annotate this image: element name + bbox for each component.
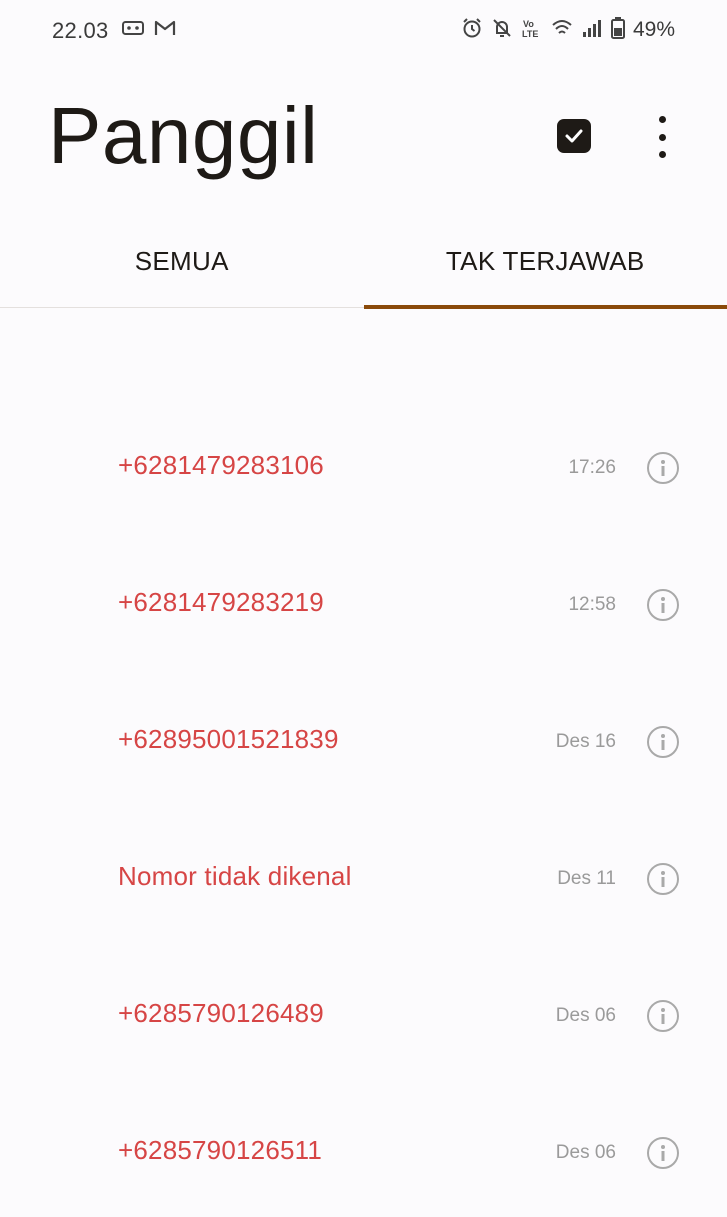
signal-icon [581, 18, 603, 43]
call-name: +62895001521839 [118, 724, 339, 755]
info-button[interactable] [647, 1137, 679, 1169]
info-icon [660, 1007, 666, 1025]
tab-all[interactable]: SEMUA [0, 225, 364, 307]
call-list: +6281479283106 17:26 +6281479283219 12:5… [0, 395, 727, 1217]
call-name: +6281479283219 [118, 587, 324, 618]
call-name: +6285790126489 [118, 998, 324, 1029]
info-button[interactable] [647, 863, 679, 895]
more-options-button[interactable] [646, 116, 678, 158]
call-row[interactable]: +6281479283106 17:26 [0, 395, 727, 532]
svg-text:Vo: Vo [523, 19, 534, 29]
call-row[interactable]: +6285790126511 Des 06 [0, 1080, 727, 1217]
voicemail-icon [122, 21, 144, 40]
battery-percent: 49% [633, 18, 675, 42]
call-name: +6285790126511 [118, 1135, 322, 1166]
wifi-icon [551, 18, 573, 43]
status-left-icons [122, 18, 176, 42]
battery-icon [611, 17, 625, 44]
info-icon [660, 459, 666, 477]
more-vert-dot [659, 151, 666, 158]
info-button[interactable] [647, 726, 679, 758]
notifications-off-icon [491, 17, 513, 44]
call-row[interactable]: +6281479283219 12:58 [0, 532, 727, 669]
alarm-icon [461, 17, 483, 44]
info-button[interactable] [647, 1000, 679, 1032]
call-time: Des 16 [556, 731, 616, 753]
call-time: Des 11 [557, 868, 616, 890]
info-icon [660, 1144, 666, 1162]
call-time: 17:26 [568, 457, 616, 479]
call-row[interactable]: +62895001521839 Des 16 [0, 669, 727, 806]
status-bar: 22.03 [0, 0, 727, 60]
more-vert-icon [659, 116, 666, 123]
call-row[interactable]: Nomor tidak dikenal Des 11 [0, 806, 727, 943]
info-icon [660, 733, 666, 751]
call-time: Des 06 [556, 1005, 616, 1027]
info-button[interactable] [647, 452, 679, 484]
tab-bar: SEMUA TAK TERJAWAB [0, 225, 727, 308]
info-icon [660, 596, 666, 614]
call-row[interactable]: +6285790126489 Des 06 [0, 943, 727, 1080]
volte-icon: Vo LTE [521, 17, 543, 44]
checkbox-icon [564, 128, 584, 144]
info-icon [660, 870, 666, 888]
call-time: Des 06 [556, 1142, 616, 1164]
more-vert-dot [659, 134, 666, 141]
info-button[interactable] [647, 589, 679, 621]
tab-missed[interactable]: TAK TERJAWAB [364, 225, 727, 307]
status-time: 22.03 [52, 18, 109, 44]
call-time: 12:58 [568, 594, 616, 616]
page-title: Panggil [48, 88, 318, 184]
call-name: Nomor tidak dikenal [118, 861, 352, 892]
svg-text:LTE: LTE [522, 29, 538, 39]
status-right-icons: Vo LTE 49% [461, 16, 675, 44]
call-name: +6281479283106 [118, 450, 324, 481]
select-mode-button[interactable] [557, 119, 591, 153]
gmail-icon [154, 19, 176, 42]
